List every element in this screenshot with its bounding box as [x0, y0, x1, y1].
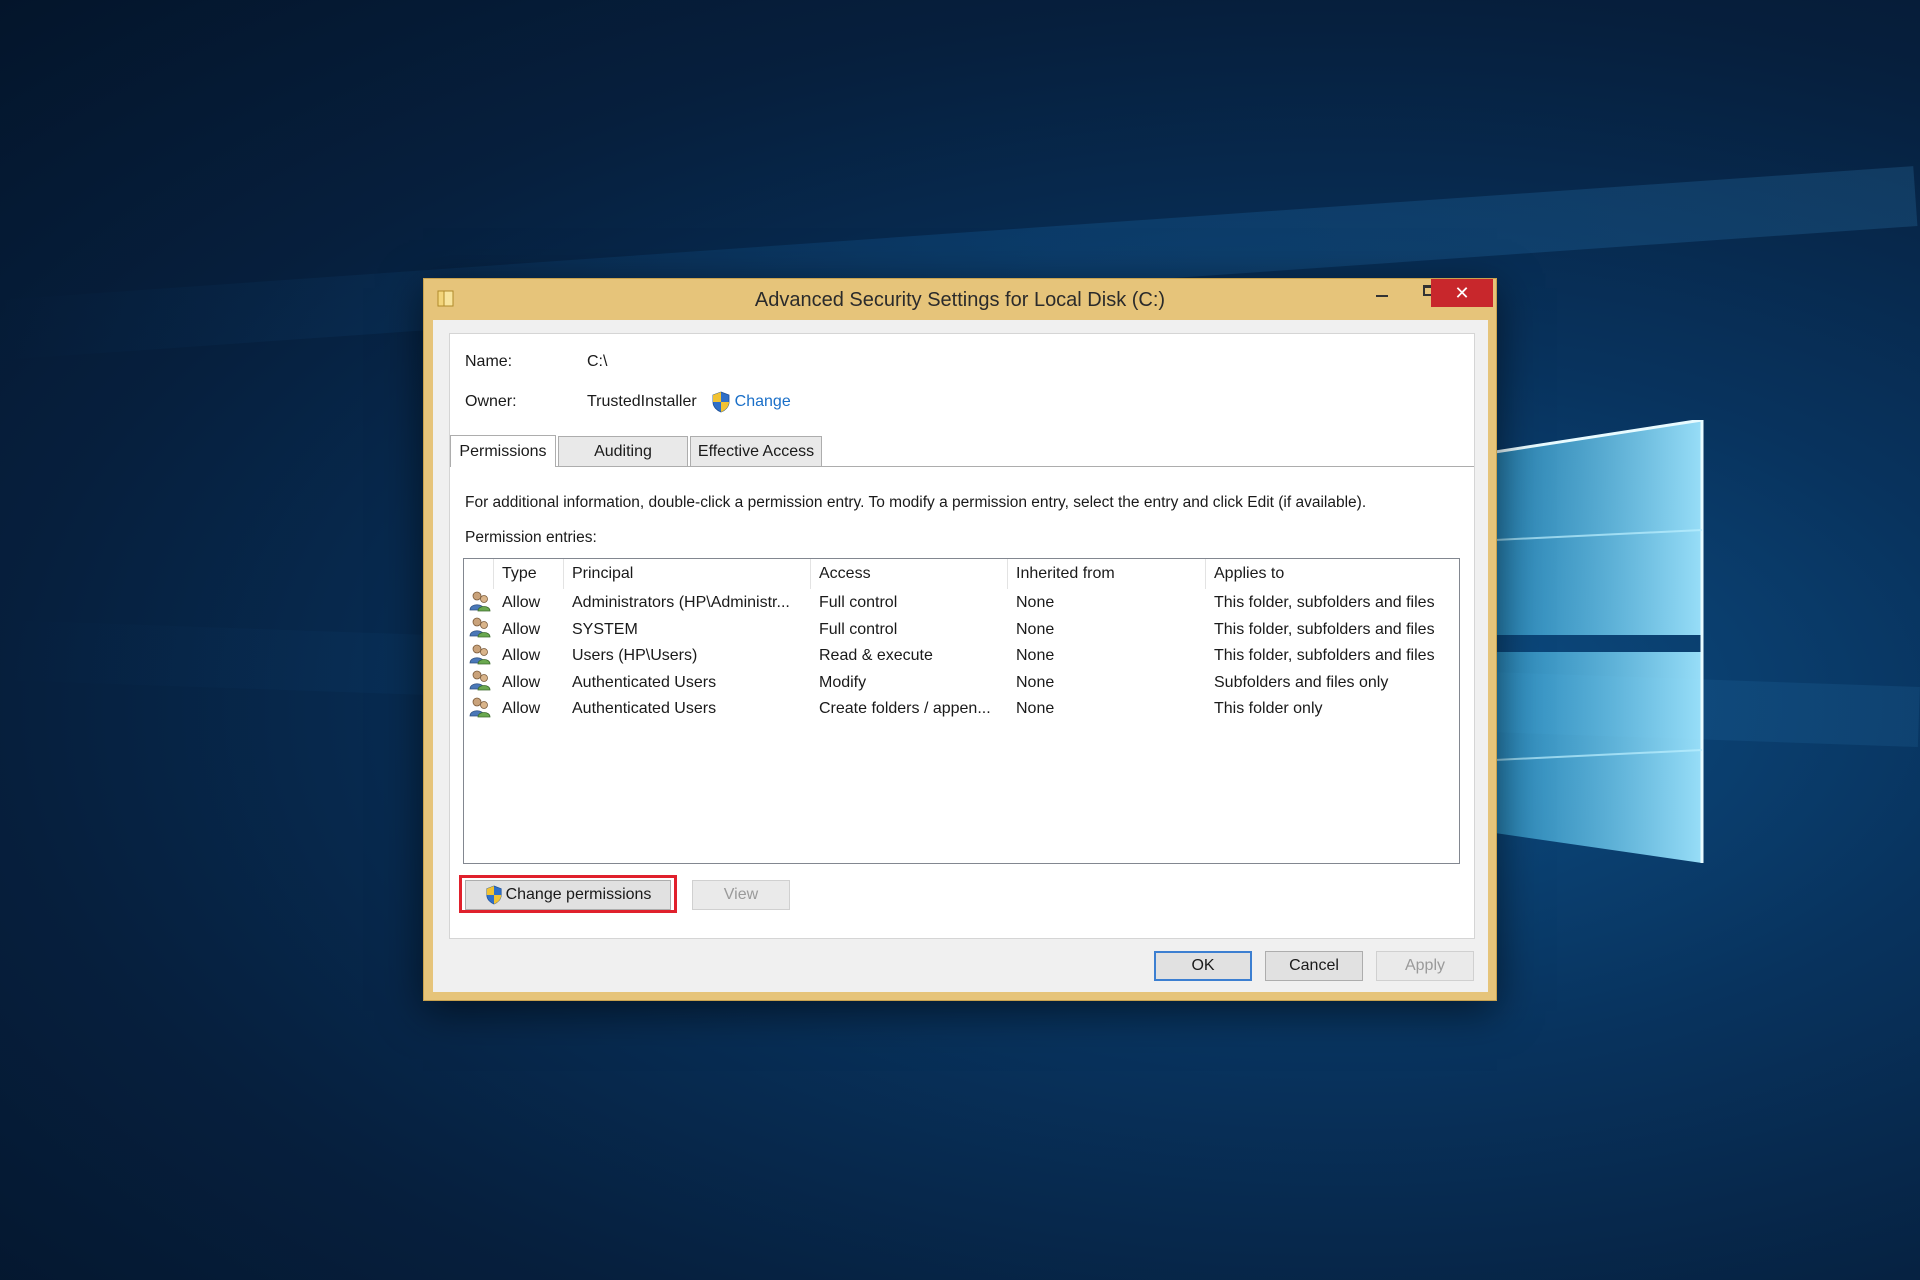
close-icon: ✕: [1454, 282, 1470, 303]
tab-divider: [450, 466, 1474, 467]
row-applies-to: This folder, subfolders and files: [1214, 647, 1435, 664]
tab-strip: Permissions Auditing Effective Access: [450, 435, 824, 467]
windows-logo-icon: [1495, 420, 1705, 870]
column-header-inherited-from[interactable]: Inherited from: [1008, 559, 1206, 589]
window-title: Advanced Security Settings for Local Dis…: [754, 288, 1166, 311]
minimize-button[interactable]: [1362, 279, 1402, 307]
users-icon-cell: [464, 669, 494, 696]
row-type: Allow: [502, 673, 541, 691]
tab-effective-access[interactable]: Effective Access: [690, 436, 822, 466]
row-type: Allow: [502, 700, 541, 717]
uac-shield-icon: [485, 885, 503, 905]
column-header-type[interactable]: Type: [494, 559, 564, 589]
permission-entries-label: Permission entries:: [465, 529, 597, 546]
row-principal: Administrators (HP\Administr...: [572, 594, 790, 611]
users-icon: [468, 644, 492, 669]
users-icon-cell: [464, 616, 494, 643]
users-icon-cell: [464, 643, 494, 670]
change-permissions-label: Change permissions: [505, 886, 652, 903]
table-row[interactable]: Allow SYSTEM Full control None This folder, …: [464, 617, 1459, 643]
apply-button[interactable]: Apply: [1376, 951, 1474, 981]
table-row[interactable]: Allow Authenticated Users Create folders /…: [464, 696, 1459, 722]
row-type: Allow: [502, 620, 541, 638]
tab-permissions[interactable]: Permissions: [450, 435, 556, 467]
name-row: Name: C:\: [465, 353, 607, 371]
column-header-access[interactable]: Access: [811, 559, 1008, 589]
row-principal: Authenticated Users: [572, 700, 717, 717]
row-inherited-from: None: [1016, 594, 1055, 611]
row-inherited-from: None: [1016, 700, 1055, 717]
list-header: Type Principal Access Inherited from App…: [464, 559, 1459, 589]
row-access: Read & execute: [819, 647, 933, 664]
row-type: Allow: [502, 647, 541, 664]
row-applies-to: Subfolders and files only: [1214, 673, 1389, 691]
folder-icon: [436, 288, 456, 308]
tab-auditing[interactable]: Auditing: [558, 436, 688, 466]
icon-column-header[interactable]: [464, 559, 494, 589]
table-row[interactable]: Allow Administrators (HP\Administr... Full…: [464, 590, 1459, 616]
dialog-client-area: Name: C:\ Owner: TrustedInstaller Change…: [433, 320, 1488, 992]
title-bar[interactable]: Advanced Security Settings for Local Dis…: [424, 279, 1496, 319]
advanced-security-settings-window: Advanced Security Settings for Local Dis…: [423, 278, 1497, 1001]
ok-button[interactable]: OK: [1154, 951, 1252, 981]
users-icon: [468, 670, 492, 695]
row-principal: Authenticated Users: [572, 673, 717, 691]
users-icon-cell: [464, 590, 494, 617]
users-icon-cell: [464, 696, 494, 723]
minimize-icon: [1376, 295, 1388, 297]
name-value: C:\: [587, 353, 608, 370]
owner-label: Owner:: [465, 393, 517, 410]
row-access: Create folders / appen...: [819, 700, 991, 717]
row-inherited-from: None: [1016, 647, 1055, 664]
table-row[interactable]: Allow Authenticated Users Modify None Subfol…: [464, 670, 1459, 696]
permission-entries-list[interactable]: Type Principal Access Inherited from App…: [463, 558, 1460, 864]
owner-value: TrustedInstaller: [587, 393, 697, 410]
column-header-principal[interactable]: Principal: [564, 559, 811, 589]
uac-shield-icon: [711, 391, 731, 413]
row-applies-to: This folder only: [1214, 700, 1323, 717]
column-header-applies-to[interactable]: Applies to: [1206, 559, 1459, 589]
owner-row: Owner: TrustedInstaller Change: [465, 391, 791, 413]
settings-panel: Name: C:\ Owner: TrustedInstaller Change…: [449, 333, 1475, 939]
change-permissions-button[interactable]: Change permissions: [465, 880, 671, 910]
row-type: Allow: [502, 594, 541, 611]
view-button[interactable]: View: [692, 880, 790, 910]
maximize-button[interactable]: [1812, 279, 1852, 307]
permissions-info-text: For additional information, double-click…: [465, 494, 1367, 511]
users-icon: [468, 617, 492, 642]
row-principal: SYSTEM: [572, 620, 638, 638]
name-label: Name:: [465, 353, 513, 370]
row-access: Modify: [819, 673, 867, 691]
row-applies-to: This folder, subfolders and files: [1214, 594, 1435, 611]
change-owner-link[interactable]: Change: [735, 393, 791, 411]
users-icon: [468, 697, 492, 722]
row-access: Full control: [819, 620, 898, 638]
cancel-button[interactable]: Cancel: [1265, 951, 1363, 981]
row-applies-to: This folder, subfolders and files: [1214, 620, 1435, 638]
close-button[interactable]: ✕: [1431, 279, 1493, 307]
users-icon: [468, 591, 492, 616]
row-principal: Users (HP\Users): [572, 647, 698, 664]
table-row[interactable]: Allow Users (HP\Users) Read & execute None T…: [464, 643, 1459, 669]
row-inherited-from: None: [1016, 620, 1055, 638]
row-access: Full control: [819, 594, 898, 611]
row-inherited-from: None: [1016, 673, 1055, 691]
